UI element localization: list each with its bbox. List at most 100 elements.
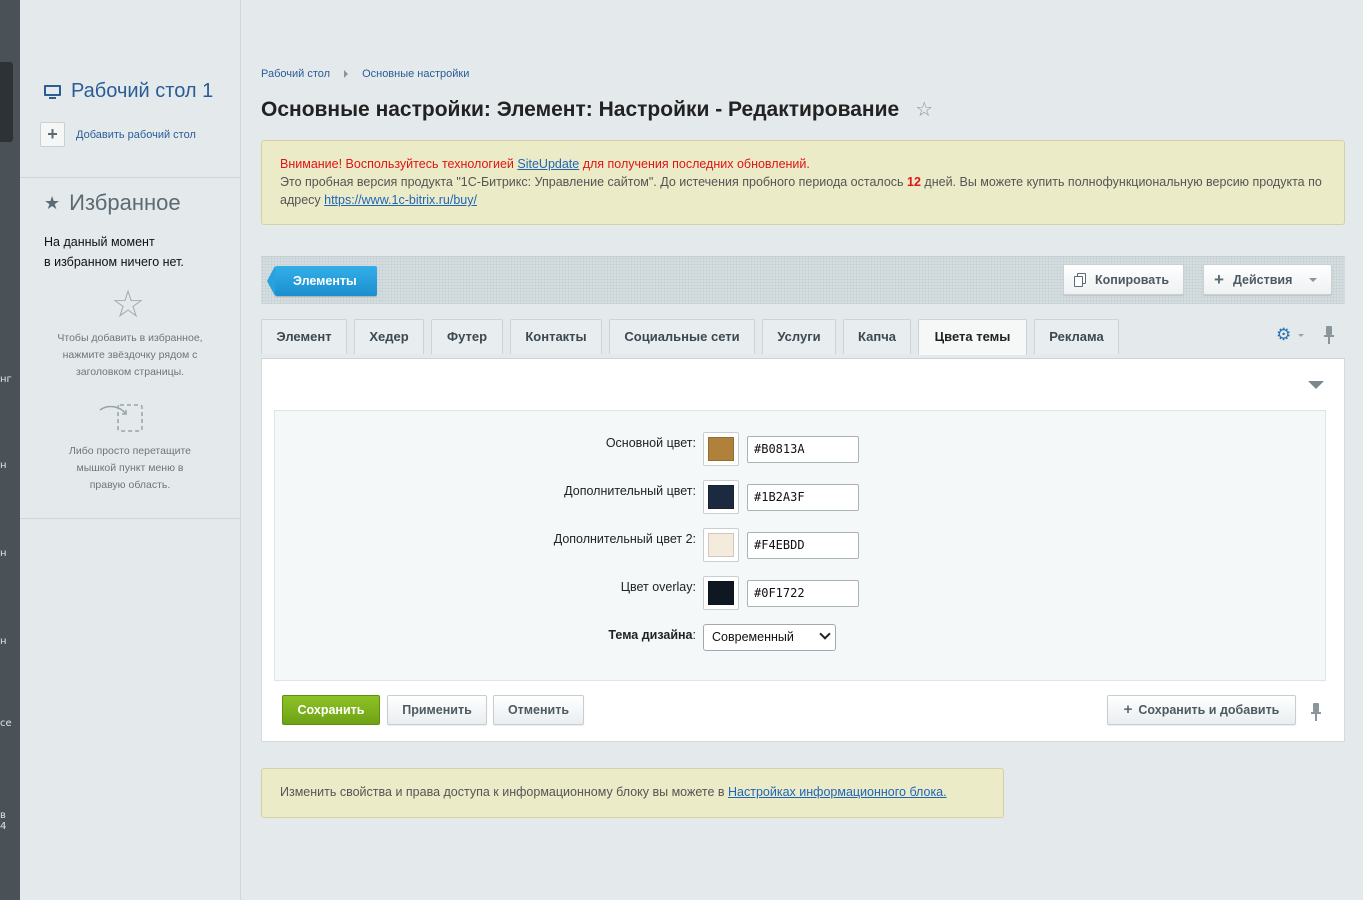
- breadcrumb-item-desktop[interactable]: Рабочий стол: [261, 68, 330, 80]
- toolbar: Элементы Копировать + Действия: [261, 256, 1345, 304]
- elements-back-button[interactable]: Элементы: [267, 266, 377, 296]
- edit-panel: Основной цвет: #B0813A Дополнительный цв…: [261, 359, 1345, 742]
- hint-line: Либо просто перетащите: [68, 445, 191, 457]
- strip-fragment: н: [0, 460, 7, 471]
- drag-drop-icon: [99, 404, 143, 432]
- copy-icon: [1074, 272, 1086, 287]
- add-desktop-label[interactable]: Добавить рабочий стол: [76, 129, 196, 141]
- actions-button-label[interactable]: Действия: [1233, 273, 1292, 287]
- color-picker-button[interactable]: [703, 528, 739, 562]
- favorites-title: ★ Избранное: [44, 190, 181, 216]
- notice-warning-prefix: Внимание! Воспользуйтесь технологией: [280, 157, 518, 171]
- save-button[interactable]: Сохранить: [282, 695, 380, 725]
- iblock-settings-link[interactable]: Настройках информационного блока.: [728, 785, 947, 799]
- gear-icon[interactable]: ⚙: [1276, 325, 1291, 345]
- tab-captcha[interactable]: Капча: [843, 319, 911, 354]
- color-picker-button[interactable]: [703, 432, 739, 466]
- favorites-empty-line: На данный момент: [44, 235, 155, 249]
- plus-icon[interactable]: +: [40, 122, 65, 147]
- form-row-overlay-color: Цвет overlay: #0F1722: [275, 576, 1327, 610]
- color-picker-button[interactable]: [703, 480, 739, 514]
- strip-fragment: н: [0, 548, 7, 559]
- save-and-add-button[interactable]: + Сохранить и добавить: [1107, 695, 1296, 725]
- buy-link[interactable]: https://www.1c-bitrix.ru/buy/: [324, 193, 477, 207]
- form-row-extra-color: Дополнительный цвет: #1B2A3F: [275, 480, 1327, 514]
- add-favorite-star-icon[interactable]: ☆: [915, 97, 933, 122]
- copy-button-label[interactable]: Копировать: [1095, 273, 1169, 287]
- color-swatch[interactable]: [708, 533, 734, 557]
- copy-button[interactable]: Копировать: [1063, 264, 1185, 295]
- extra-color-input[interactable]: #1B2A3F: [747, 484, 859, 511]
- field-label: Тема дизайна:: [608, 628, 696, 642]
- chevron-right-icon: [344, 70, 349, 78]
- favorites-heading: Избранное: [69, 190, 181, 215]
- form-row-extra-color-2: Дополнительный цвет 2: #F4EBDD: [275, 528, 1327, 562]
- tab-contacts[interactable]: Контакты: [510, 319, 602, 354]
- hint-line: нажмите звёздочку рядом с: [62, 349, 198, 361]
- color-swatch[interactable]: [708, 581, 734, 605]
- overlay-color-input[interactable]: #0F1722: [747, 580, 859, 607]
- strip-fragment: н: [0, 636, 7, 647]
- strip-active-block[interactable]: [0, 62, 13, 142]
- divider: [20, 177, 241, 178]
- hint-line: заголовком страницы.: [75, 366, 185, 378]
- tab-ads[interactable]: Реклама: [1034, 319, 1119, 354]
- page-title: Основные настройки: Элемент: Настройки -…: [261, 97, 900, 121]
- chevron-down-icon[interactable]: [1298, 334, 1304, 337]
- main-content: Рабочий стол Основные настройки Основные…: [241, 0, 1363, 900]
- field-label: Дополнительный цвет:: [564, 484, 696, 498]
- chevron-down-icon: [1309, 277, 1318, 282]
- chevron-down-icon: [819, 628, 831, 640]
- design-theme-value[interactable]: Современный: [712, 630, 794, 644]
- field-label: Цвет overlay:: [620, 580, 696, 594]
- theme-colors-form: Основной цвет: #B0813A Дополнительный цв…: [274, 410, 1326, 681]
- pin-icon[interactable]: [1311, 703, 1321, 721]
- favorites-hint-drag: Либо просто перетащите мышкой пункт меню…: [40, 443, 220, 494]
- breadcrumb: Рабочий стол Основные настройки: [261, 68, 469, 80]
- design-theme-select[interactable]: Современный: [703, 624, 836, 651]
- color-picker-button[interactable]: [703, 576, 739, 610]
- info-text: Изменить свойства и права доступа к инфо…: [280, 785, 729, 799]
- divider: [20, 518, 241, 519]
- trial-text-prefix: Это пробная версия продукта "1С-Битрикс:…: [280, 175, 908, 189]
- hint-line: Чтобы добавить в избранное,: [57, 332, 203, 344]
- favorites-empty-line: в избранном ничего нет.: [44, 255, 184, 269]
- save-and-add-label[interactable]: Сохранить и добавить: [1138, 703, 1279, 717]
- field-label: Основной цвет:: [605, 436, 696, 450]
- collapse-triangle-icon[interactable]: [1308, 381, 1324, 389]
- update-notice: Внимание! Воспользуйтесь технологией Sit…: [261, 140, 1345, 225]
- favorites-empty-text: На данный момент в избранном ничего нет.: [44, 232, 184, 272]
- desktop-link[interactable]: Рабочий стол 1: [44, 80, 213, 103]
- theme-label: Тема дизайна: [608, 628, 693, 642]
- tab-element[interactable]: Элемент: [261, 319, 347, 354]
- hint-line: правую область.: [89, 479, 171, 491]
- plus-icon: +: [1214, 269, 1224, 289]
- color-swatch[interactable]: [708, 437, 734, 461]
- star-outline-icon: ☆: [111, 284, 146, 326]
- theme-label-colon: :: [692, 628, 696, 642]
- breadcrumb-item-settings[interactable]: Основные настройки: [362, 68, 469, 80]
- desktop-title[interactable]: Рабочий стол 1: [71, 80, 213, 103]
- tab-services[interactable]: Услуги: [762, 319, 836, 354]
- page-title-row: Основные настройки: Элемент: Настройки -…: [261, 97, 933, 122]
- tab-footer[interactable]: Футер: [431, 319, 503, 354]
- strip-fragment: се: [0, 718, 12, 729]
- form-row-design-theme: Тема дизайна: Современный: [275, 624, 1327, 656]
- tab-header[interactable]: Хедер: [354, 319, 424, 354]
- tab-theme-colors[interactable]: Цвета темы: [918, 319, 1027, 355]
- apply-button[interactable]: Применить: [387, 695, 487, 725]
- left-panel-strip[interactable]: нг н н н се в 4: [0, 0, 20, 900]
- actions-button[interactable]: + Действия: [1203, 264, 1333, 295]
- main-color-input[interactable]: #B0813A: [747, 436, 859, 463]
- color-swatch[interactable]: [708, 485, 734, 509]
- extra-color-2-input[interactable]: #F4EBDD: [747, 532, 859, 559]
- tab-social[interactable]: Социальные сети: [609, 319, 755, 354]
- strip-fragment: в: [0, 810, 6, 821]
- favorites-hint-star: Чтобы добавить в избранное, нажмите звёз…: [40, 330, 220, 381]
- cancel-button[interactable]: Отменить: [493, 695, 584, 725]
- field-label: Дополнительный цвет 2:: [553, 532, 696, 546]
- siteupdate-link[interactable]: SiteUpdate: [517, 157, 579, 171]
- pin-icon[interactable]: [1324, 326, 1334, 344]
- add-desktop-button[interactable]: + Добавить рабочий стол: [40, 122, 196, 147]
- hint-line: мышкой пункт меню в: [76, 462, 184, 474]
